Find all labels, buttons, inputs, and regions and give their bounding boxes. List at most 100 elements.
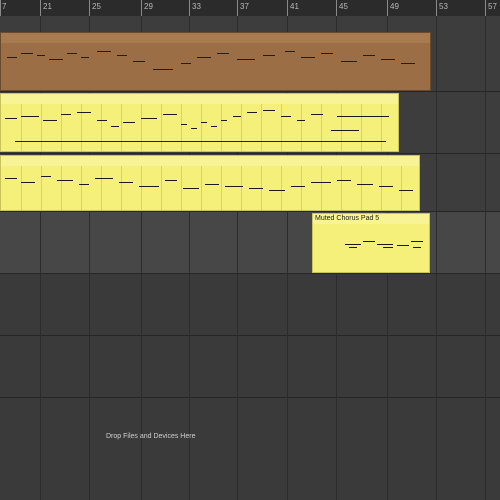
grid-line	[221, 104, 222, 151]
ruler-label-bar-57: 57	[488, 2, 497, 11]
ruler-label-bar-33: 33	[192, 2, 201, 11]
grid-line	[161, 104, 162, 151]
midi-note	[5, 118, 17, 119]
midi-note	[165, 180, 177, 181]
ruler-label-bar-25: 25	[92, 2, 101, 11]
grid-line	[101, 104, 102, 151]
ruler-tick	[287, 0, 288, 16]
ruler-label-bar-7: 7	[2, 2, 7, 11]
grid-line	[361, 166, 362, 210]
midi-clip-track-2[interactable]	[0, 93, 399, 152]
midi-note	[399, 190, 413, 191]
midi-note	[153, 69, 173, 70]
track-lane-6[interactable]	[0, 336, 500, 398]
midi-note	[363, 55, 375, 56]
clip-title-bar[interactable]	[1, 156, 419, 166]
midi-note	[197, 57, 211, 58]
midi-clip-track-1[interactable]	[0, 32, 431, 91]
midi-note	[95, 178, 113, 179]
grid-line	[381, 166, 382, 210]
grid-line	[201, 104, 202, 151]
grid-line	[121, 104, 122, 151]
midi-note	[413, 247, 421, 248]
midi-note	[163, 114, 177, 115]
grid-line	[141, 166, 142, 210]
ruler-label-bar-49: 49	[390, 2, 399, 11]
midi-note	[383, 247, 393, 248]
clip-title-bar[interactable]	[1, 94, 398, 104]
midi-note	[97, 51, 111, 52]
grid-line	[15, 141, 386, 142]
midi-note	[381, 59, 395, 60]
ruler-label-bar-45: 45	[339, 2, 348, 11]
midi-note	[5, 178, 17, 179]
ruler-label-bar-37: 37	[240, 2, 249, 11]
midi-note	[377, 244, 393, 245]
midi-note	[183, 188, 199, 189]
midi-note	[81, 57, 89, 58]
grid-line	[41, 166, 42, 210]
midi-note	[191, 128, 197, 129]
clip-title-bar[interactable]	[1, 33, 430, 43]
midi-note	[117, 55, 127, 56]
midi-note	[141, 118, 157, 119]
grid-line	[381, 104, 382, 151]
midi-note	[211, 126, 217, 127]
ruler-tick	[89, 0, 90, 16]
midi-note	[201, 122, 207, 123]
drop-zone[interactable]	[0, 398, 500, 500]
clip-beat-lines	[1, 104, 398, 151]
arrangement-view[interactable]: 7 21 25 29 33 37 41 45 49 53 57 Muted Ch…	[0, 0, 500, 500]
grid-line	[181, 104, 182, 151]
midi-note	[341, 61, 357, 62]
midi-note	[111, 126, 119, 127]
ruler-label-bar-53: 53	[439, 2, 448, 11]
grid-line	[61, 166, 62, 210]
ruler-label-bar-29: 29	[144, 2, 153, 11]
midi-note	[217, 53, 229, 54]
midi-note	[411, 241, 423, 242]
midi-note	[61, 114, 71, 115]
grid-line	[21, 104, 22, 151]
midi-note	[285, 51, 295, 52]
midi-note	[363, 241, 375, 242]
midi-note	[397, 245, 409, 246]
midi-note	[21, 116, 39, 117]
grid-line	[321, 104, 322, 151]
grid-line	[341, 166, 342, 210]
midi-note	[357, 184, 373, 185]
ruler-tick	[141, 0, 142, 16]
grid-line	[281, 104, 282, 151]
midi-note	[269, 190, 285, 191]
timeline-ruler[interactable]: 7 21 25 29 33 37 41 45 49 53 57	[0, 0, 500, 17]
midi-note	[77, 112, 91, 113]
midi-note	[337, 116, 389, 117]
midi-note	[297, 120, 305, 121]
grid-line	[101, 166, 102, 210]
grid-line	[121, 166, 122, 210]
grid-line	[21, 166, 22, 210]
grid-line	[361, 104, 362, 151]
grid-line	[161, 166, 162, 210]
midi-note	[49, 59, 63, 60]
midi-note	[291, 186, 305, 187]
midi-note	[233, 116, 241, 117]
grid-line	[281, 166, 282, 210]
track-lane-5[interactable]	[0, 274, 500, 336]
grid-line	[141, 104, 142, 151]
midi-note	[263, 55, 275, 56]
midi-clip-muted-chorus-pad[interactable]: Muted Chorus Pad 5	[312, 213, 430, 273]
grid-line	[241, 166, 242, 210]
midi-note	[225, 186, 243, 187]
midi-note	[337, 180, 351, 181]
midi-note	[181, 63, 191, 64]
ruler-tick	[40, 0, 41, 16]
grid-line	[201, 166, 202, 210]
grid-line	[301, 104, 302, 151]
midi-note	[331, 130, 359, 131]
midi-clip-track-3[interactable]	[0, 155, 420, 211]
midi-note	[301, 57, 315, 58]
midi-note	[97, 120, 107, 121]
grid-line	[341, 104, 342, 151]
clip-title-bar[interactable]: Muted Chorus Pad 5	[313, 214, 429, 224]
